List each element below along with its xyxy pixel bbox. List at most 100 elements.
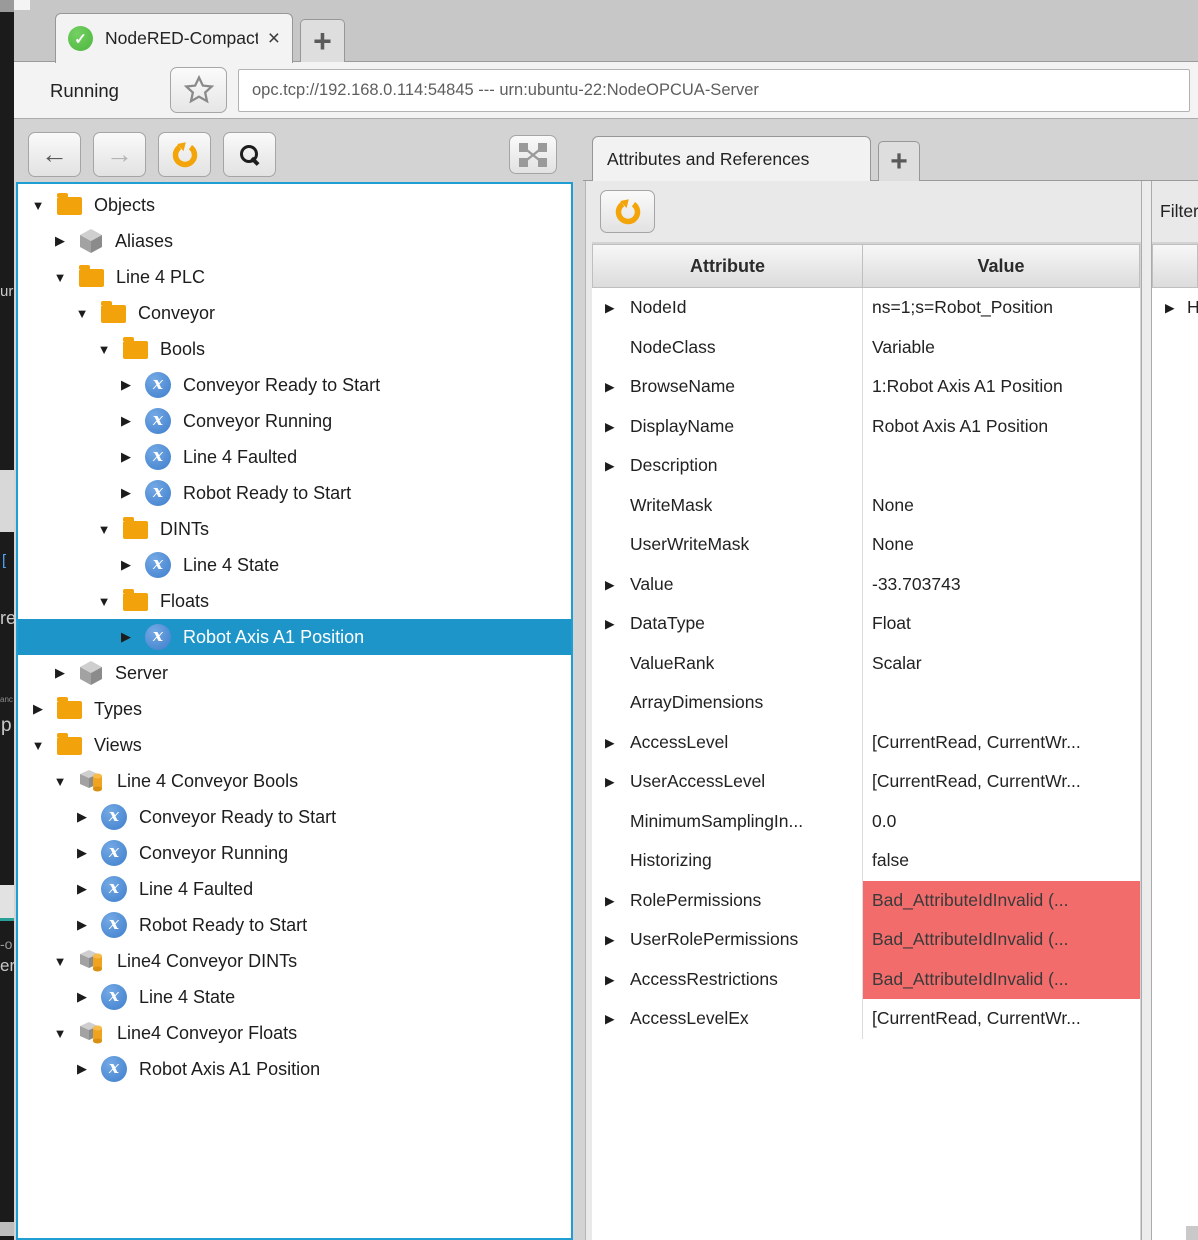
triangle-down-icon[interactable]	[52, 954, 68, 969]
triangle-down-icon[interactable]	[96, 594, 112, 609]
attribute-value[interactable]: false	[863, 841, 1140, 881]
tree-item-line-4-state-view[interactable]: Line 4 State	[18, 979, 571, 1015]
triangle-right-icon[interactable]	[118, 485, 134, 501]
attribute-row-datatype[interactable]: DataType Float	[592, 604, 1140, 644]
refresh-attributes-button[interactable]	[600, 190, 655, 233]
attribute-row-writemask[interactable]: WriteMask None	[592, 486, 1140, 526]
tree-item-conveyor-running-view[interactable]: Conveyor Running	[18, 835, 571, 871]
triangle-right-icon[interactable]	[605, 379, 630, 394]
triangle-down-icon[interactable]	[30, 198, 46, 213]
favorite-button[interactable]	[170, 67, 227, 113]
triangle-right-icon[interactable]	[605, 300, 630, 315]
attribute-value[interactable]: [CurrentRead, CurrentWr...	[863, 723, 1140, 763]
attribute-value[interactable]: [CurrentRead, CurrentWr...	[863, 762, 1140, 802]
triangle-right-icon[interactable]	[605, 577, 630, 592]
column-header-value[interactable]: Value	[863, 244, 1140, 288]
refresh-button[interactable]	[158, 132, 211, 177]
attribute-row-valuerank[interactable]: ValueRank Scalar	[592, 644, 1140, 684]
tab-attributes-and-references[interactable]: Attributes and References	[592, 136, 871, 181]
triangle-right-icon[interactable]	[118, 377, 134, 393]
tree-item-bools[interactable]: Bools	[18, 331, 571, 367]
tree-item-line-4-state[interactable]: Line 4 State	[18, 547, 571, 583]
triangle-down-icon[interactable]	[52, 1026, 68, 1041]
triangle-right-icon[interactable]	[30, 701, 46, 717]
tree-item-conveyor-ready-to-start-view[interactable]: Conveyor Ready to Start	[18, 799, 571, 835]
tree-item-floats[interactable]: Floats	[18, 583, 571, 619]
attribute-value-error[interactable]: Bad_AttributeIdInvalid (...	[863, 920, 1140, 960]
triangle-right-icon[interactable]	[74, 917, 90, 933]
triangle-right-icon[interactable]	[74, 809, 90, 825]
triangle-right-icon[interactable]	[1165, 300, 1187, 315]
attribute-row-rolepermissions[interactable]: RolePermissions Bad_AttributeIdInvalid (…	[592, 881, 1140, 921]
tree-item-conveyor-ready-to-start[interactable]: Conveyor Ready to Start	[18, 367, 571, 403]
triangle-right-icon[interactable]	[118, 557, 134, 573]
attribute-value[interactable]: ns=1;s=Robot_Position	[863, 288, 1140, 328]
triangle-right-icon[interactable]	[118, 413, 134, 429]
attribute-value-error[interactable]: Bad_AttributeIdInvalid (...	[863, 960, 1140, 1000]
column-header-attribute[interactable]: Attribute	[592, 244, 863, 288]
back-button[interactable]: ←	[28, 132, 81, 177]
tree-item-line-4-faulted-view[interactable]: Line 4 Faulted	[18, 871, 571, 907]
triangle-down-icon[interactable]	[52, 270, 68, 285]
attribute-row-minimumsamplinginterval[interactable]: MinimumSamplingIn... 0.0	[592, 802, 1140, 842]
attribute-row-browsename[interactable]: BrowseName 1:Robot Axis A1 Position	[592, 367, 1140, 407]
attribute-row-useraccesslevel[interactable]: UserAccessLevel [CurrentRead, CurrentWr.…	[592, 762, 1140, 802]
attribute-row-userrolepermissions[interactable]: UserRolePermissions Bad_AttributeIdInval…	[592, 920, 1140, 960]
attribute-value[interactable]: Robot Axis A1 Position	[863, 407, 1140, 447]
new-panel-tab-button[interactable]: +	[878, 141, 920, 181]
attribute-row-description[interactable]: Description	[592, 446, 1140, 486]
close-icon[interactable]: ×	[268, 28, 280, 49]
attribute-row-userwritemask[interactable]: UserWriteMask None	[592, 525, 1140, 565]
tree-item-objects[interactable]: Objects	[18, 187, 571, 223]
tree-item-robot-axis-a1-position-selected[interactable]: Robot Axis A1 Position	[18, 619, 571, 655]
triangle-down-icon[interactable]	[74, 306, 90, 321]
triangle-right-icon[interactable]	[605, 932, 630, 947]
attribute-value[interactable]: 1:Robot Axis A1 Position	[863, 367, 1140, 407]
triangle-right-icon[interactable]	[74, 881, 90, 897]
attribute-value[interactable]: [CurrentRead, CurrentWr...	[863, 999, 1140, 1039]
triangle-right-icon[interactable]	[605, 774, 630, 789]
triangle-right-icon[interactable]	[605, 616, 630, 631]
attribute-value[interactable]: 0.0	[863, 802, 1140, 842]
tree-item-dints[interactable]: DINTs	[18, 511, 571, 547]
triangle-right-icon[interactable]	[605, 972, 630, 987]
triangle-right-icon[interactable]	[74, 989, 90, 1005]
tree-item-robot-axis-a1-position-view[interactable]: Robot Axis A1 Position	[18, 1051, 571, 1087]
triangle-down-icon[interactable]	[30, 738, 46, 753]
triangle-right-icon[interactable]	[118, 449, 134, 465]
triangle-right-icon[interactable]	[52, 665, 68, 681]
attribute-value[interactable]: -33.703743	[863, 565, 1140, 605]
tree-item-conveyor[interactable]: Conveyor	[18, 295, 571, 331]
triangle-right-icon[interactable]	[118, 629, 134, 645]
triangle-right-icon[interactable]	[74, 845, 90, 861]
triangle-right-icon[interactable]	[605, 419, 630, 434]
highlight-node-button[interactable]	[509, 135, 557, 174]
attribute-row-historizing[interactable]: Historizing false	[592, 841, 1140, 881]
tree-item-views[interactable]: Views	[18, 727, 571, 763]
search-button[interactable]	[223, 132, 276, 177]
attribute-value-error[interactable]: Bad_AttributeIdInvalid (...	[863, 881, 1140, 921]
triangle-right-icon[interactable]	[605, 1011, 630, 1026]
attribute-row-value[interactable]: Value -33.703743	[592, 565, 1140, 605]
tree-item-line-4-faulted[interactable]: Line 4 Faulted	[18, 439, 571, 475]
tree-item-server[interactable]: Server	[18, 655, 571, 691]
forward-button[interactable]: →	[93, 132, 146, 177]
tree-item-aliases[interactable]: Aliases	[18, 223, 571, 259]
tab-nodered-compact[interactable]: ✓ NodeRED-Compact ×	[55, 13, 293, 63]
triangle-down-icon[interactable]	[52, 774, 68, 789]
tree-item-robot-ready-to-start[interactable]: Robot Ready to Start	[18, 475, 571, 511]
triangle-down-icon[interactable]	[96, 522, 112, 537]
attribute-value[interactable]	[863, 683, 1140, 723]
attribute-row-accesslevel[interactable]: AccessLevel [CurrentRead, CurrentWr...	[592, 723, 1140, 763]
attribute-value[interactable]	[863, 446, 1140, 486]
tree-item-types[interactable]: Types	[18, 691, 571, 727]
triangle-right-icon[interactable]	[605, 458, 630, 473]
tree-item-line4-conveyor-floats[interactable]: Line4 Conveyor Floats	[18, 1015, 571, 1051]
attribute-value[interactable]: None	[863, 525, 1140, 565]
tree-item-conveyor-running[interactable]: Conveyor Running	[18, 403, 571, 439]
attribute-value[interactable]: Scalar	[863, 644, 1140, 684]
tree-item-robot-ready-to-start-view[interactable]: Robot Ready to Start	[18, 907, 571, 943]
triangle-right-icon[interactable]	[605, 893, 630, 908]
tree-item-line-4-conveyor-bools[interactable]: Line 4 Conveyor Bools	[18, 763, 571, 799]
panel-splitter[interactable]	[1141, 181, 1152, 1240]
